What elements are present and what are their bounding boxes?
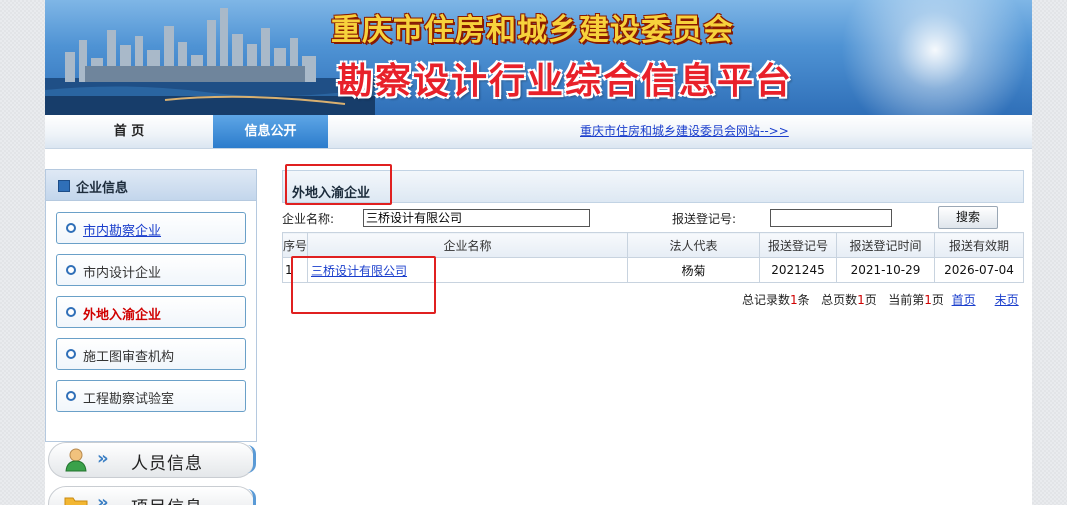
header-banner: 重庆市住房和城乡建设委员会 勘察设计行业综合信息平台 (45, 0, 1032, 115)
sidebar-item-local-design[interactable]: 市内设计企业 (56, 254, 246, 286)
sidebar-pill-label[interactable]: 人员信息 (131, 449, 203, 474)
sidebar-item-survey-lab[interactable]: 工程勘察试验室 (56, 380, 246, 412)
nav-info-public[interactable]: 信息公开 (213, 115, 328, 148)
sun-glow (825, 0, 1032, 115)
column-header-valid-until: 报送有效期 (934, 232, 1024, 258)
page: 重庆市住房和城乡建设委员会 勘察设计行业综合信息平台 首 页 信息公开 重庆市住… (45, 0, 1032, 505)
sidebar-pill-personnel[interactable]: » 人员信息 (48, 442, 256, 478)
pager-text: 条 (797, 293, 810, 307)
banner-title-committee: 重庆市住房和城乡建设委员会 (331, 13, 734, 48)
pill-edge (247, 489, 256, 505)
nav-committee-website-link[interactable]: 重庆市住房和城乡建设委员会网站-->> (580, 115, 789, 148)
sidebar-pill-label[interactable]: 项目信息 (131, 493, 203, 505)
column-header-legal-rep: 法人代表 (627, 232, 760, 258)
square-bullet-icon (58, 180, 70, 192)
pill-edge (247, 445, 256, 473)
city-skyline-image (45, 8, 375, 115)
double-chevron-right-icon: » (97, 492, 109, 505)
sidebar-item-drawing-review[interactable]: 施工图审查机构 (56, 338, 246, 370)
cell-legal-rep: 杨菊 (627, 257, 760, 283)
pager-current-page: 1 (924, 293, 932, 307)
sidebar-item-label[interactable]: 外地入渝企业 (83, 304, 161, 323)
pager-text: 总记录数 (742, 293, 791, 307)
registration-number-input[interactable] (770, 209, 892, 227)
pager-text: 当前第 (888, 293, 925, 307)
cell-reg-number: 2021245 (759, 257, 837, 283)
pagination: 总记录数1条 总页数1页 当前第1页 首页 末页 (742, 291, 1019, 308)
folder-icon (64, 497, 88, 505)
pager-total-records: 1 (790, 293, 798, 307)
content-panel-header: 外地入渝企业 (282, 170, 1024, 203)
circle-bullet-icon (66, 223, 76, 233)
circle-bullet-icon (66, 307, 76, 317)
sidebar-item-label[interactable]: 施工图审查机构 (83, 346, 174, 365)
highlight-box-title (285, 164, 392, 205)
top-nav: 首 页 信息公开 重庆市住房和城乡建设委员会网站-->> (45, 115, 1032, 149)
column-header-index: 序号 (282, 232, 308, 258)
circle-bullet-icon (66, 349, 76, 359)
search-form: 企业名称: 三桥设计有限公司 报送登记号: 搜索 (282, 205, 1024, 231)
sidebar: 企业信息 市内勘察企业 市内设计企业 外地入渝企业 施工图审查机构 工程勘察试验… (45, 169, 257, 505)
highlight-box-company (291, 256, 436, 314)
sidebar-item-label[interactable]: 市内勘察企业 (83, 220, 161, 239)
pager-last-link[interactable]: 末页 (995, 293, 1019, 307)
pager-first-link[interactable]: 首页 (952, 293, 976, 307)
company-name-input[interactable]: 三桥设计有限公司 (363, 209, 590, 227)
company-name-label: 企业名称: (282, 212, 335, 226)
nav-home[interactable]: 首 页 (45, 115, 213, 148)
sidebar-item-label[interactable]: 市内设计企业 (83, 262, 161, 281)
banner-title-platform: 勘察设计行业综合信息平台 (337, 61, 794, 102)
cell-reg-time: 2021-10-29 (836, 257, 935, 283)
circle-bullet-icon (66, 391, 76, 401)
sidebar-header-title: 企业信息 (76, 181, 129, 196)
sidebar-item-label[interactable]: 工程勘察试验室 (83, 388, 174, 407)
person-icon (65, 448, 87, 472)
column-header-company-name: 企业名称 (307, 232, 628, 258)
pager-text: 总页数 (821, 293, 858, 307)
sidebar-header: 企业信息 (45, 169, 257, 201)
sidebar-menu: 市内勘察企业 市内设计企业 外地入渝企业 施工图审查机构 工程勘察试验室 (45, 201, 257, 442)
sidebar-pill-projects[interactable]: » 项目信息 (48, 486, 256, 505)
column-header-reg-time: 报送登记时间 (836, 232, 935, 258)
sidebar-item-external-firms[interactable]: 外地入渝企业 (56, 296, 246, 328)
pager-text: 页 (864, 293, 877, 307)
pager-text: 页 (931, 293, 944, 307)
cell-valid-until: 2026-07-04 (934, 257, 1024, 283)
search-button[interactable]: 搜索 (938, 206, 998, 229)
registration-number-label: 报送登记号: (672, 212, 737, 226)
double-chevron-right-icon: » (97, 448, 109, 469)
sidebar-item-local-survey[interactable]: 市内勘察企业 (56, 212, 246, 244)
circle-bullet-icon (66, 265, 76, 275)
column-header-reg-number: 报送登记号 (759, 232, 837, 258)
pager-total-pages: 1 (857, 293, 865, 307)
table-header-row: 序号 企业名称 法人代表 报送登记号 报送登记时间 报送有效期 (282, 232, 1024, 258)
